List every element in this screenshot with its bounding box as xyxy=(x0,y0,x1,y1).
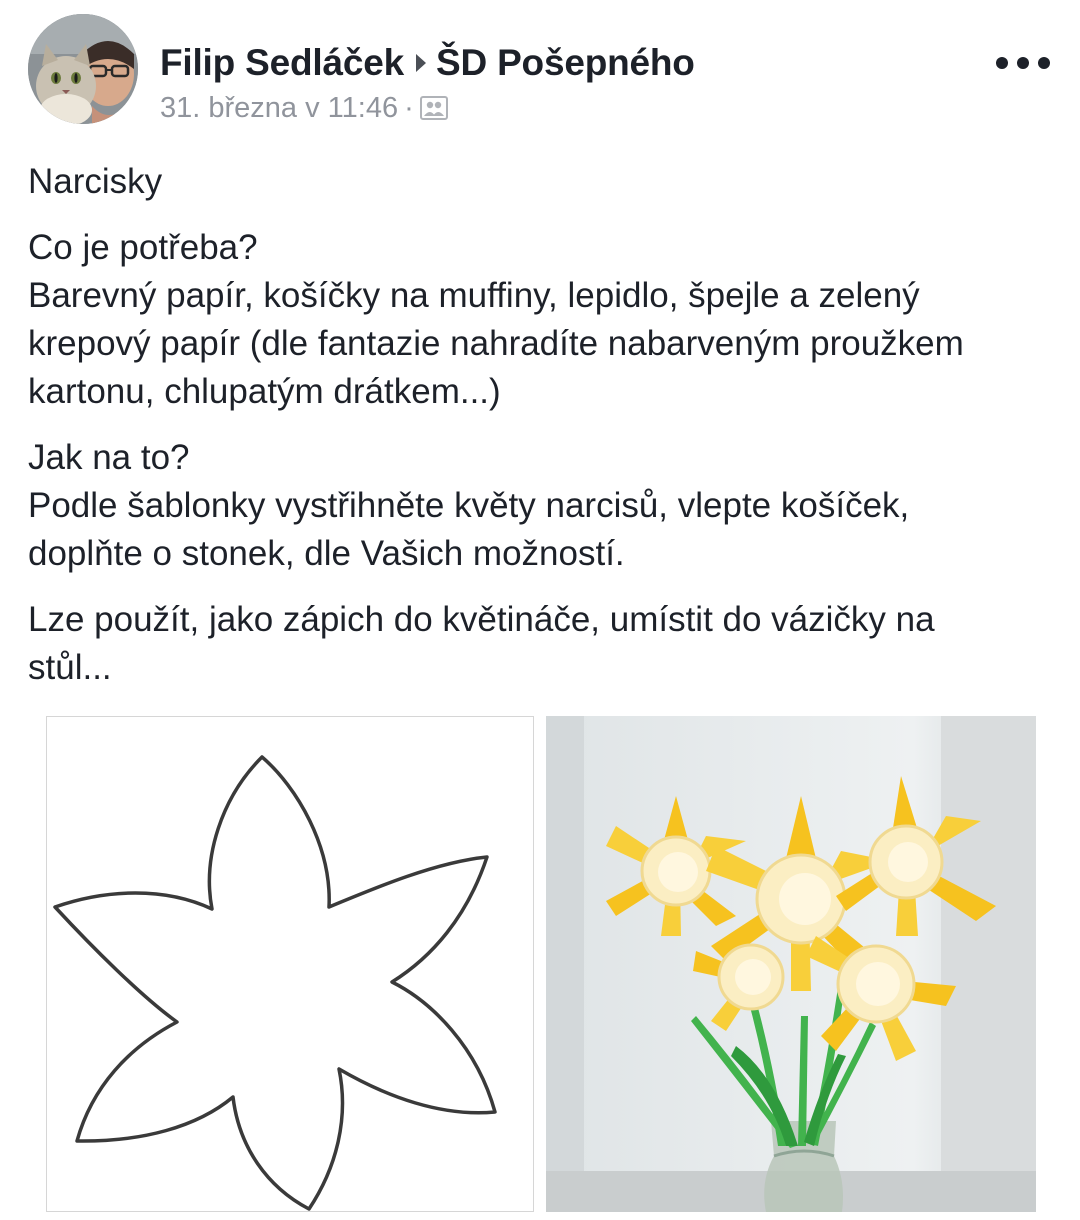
post-paragraph: Lze použít, jako zápich do květináče, um… xyxy=(28,596,1058,692)
post-paragraph: Narcisky xyxy=(28,158,1058,206)
avatar-photo xyxy=(28,14,138,124)
post-text-line: kartonu, chlupatým drátkem...) xyxy=(28,372,501,411)
photo-paper-daffodils[interactable] xyxy=(546,716,1036,1212)
paper-daffodils-in-vase xyxy=(546,716,1036,1212)
post-text-line: Podle šablonky vystřihněte květy narcisů… xyxy=(28,486,910,525)
group-audience-icon xyxy=(419,95,448,128)
post-paragraph: Jak na to? Podle šablonky vystřihněte kvě… xyxy=(28,434,1058,578)
post-header: Filip Sedláček ŠD Pošepného 31. března v … xyxy=(28,14,1058,126)
photo-daffodil-template[interactable] xyxy=(46,716,534,1212)
post-text-line: Barevný papír, košíčky na muffiny, lepid… xyxy=(28,276,920,315)
daffodil-template-outline xyxy=(53,755,497,1211)
author-avatar[interactable] xyxy=(28,14,138,124)
post-text-line: Lze použít, jako zápich do květináče, um… xyxy=(28,600,935,639)
post-text-line: Jak na to? xyxy=(28,438,190,477)
more-options-icon[interactable] xyxy=(996,50,1050,76)
shared-to-arrow-icon xyxy=(415,53,426,72)
post-meta: 31. března v 11:46 · xyxy=(160,92,448,128)
post-text-line: stůl... xyxy=(28,648,112,687)
dot xyxy=(1038,57,1050,69)
post-text-line: Narcisky xyxy=(28,162,163,201)
post-text-line: krepový papír (dle fantazie nahradíte na… xyxy=(28,324,964,363)
post-text-line: Co je potřeba? xyxy=(28,228,258,267)
post-paragraph: Co je potřeba? Barevný papír, košíčky na … xyxy=(28,224,1058,416)
post-text-line: doplňte o stonek, dle Vašich možností. xyxy=(28,534,625,573)
post-timestamp[interactable]: 31. března v 11:46 xyxy=(160,92,398,124)
author-line: Filip Sedláček ŠD Pošepného xyxy=(160,42,695,84)
dot xyxy=(1017,57,1029,69)
author-name[interactable]: Filip Sedláček xyxy=(160,42,404,83)
post-body: Narcisky Co je potřeba? Barevný papír, koš… xyxy=(28,158,1058,710)
group-name[interactable]: ŠD Pošepného xyxy=(436,42,695,83)
meta-separator: · xyxy=(404,92,414,124)
dot xyxy=(996,57,1008,69)
